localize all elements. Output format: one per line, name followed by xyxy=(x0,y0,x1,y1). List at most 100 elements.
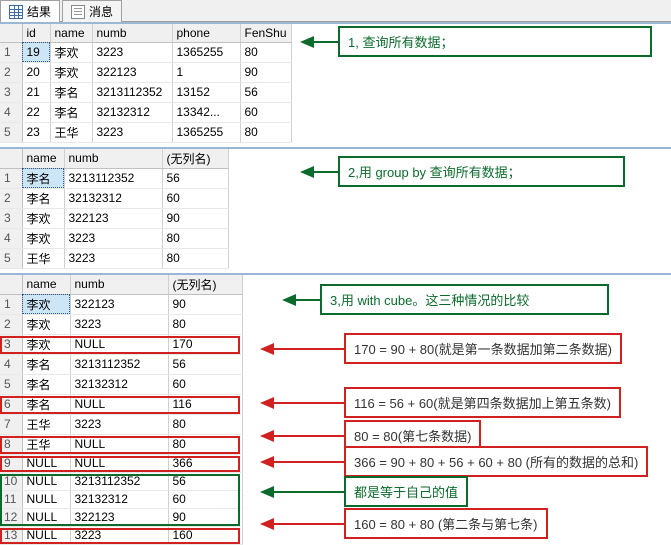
cell[interactable]: 22 xyxy=(22,102,50,122)
cell[interactable]: 李欢 xyxy=(22,294,70,314)
cell[interactable]: 13152 xyxy=(172,82,240,102)
table-row[interactable]: 4李欢322380 xyxy=(0,228,228,248)
cell[interactable]: 60 xyxy=(162,188,228,208)
cell[interactable]: 60 xyxy=(168,490,242,508)
table-row[interactable]: 1李欢32212390 xyxy=(0,294,242,314)
cell[interactable]: 3223 xyxy=(70,414,168,434)
cell[interactable]: 32132312 xyxy=(92,102,172,122)
cell[interactable]: 20 xyxy=(22,62,50,82)
cell[interactable]: 56 xyxy=(162,168,228,188)
table-row[interactable]: 9NULLNULL366 xyxy=(0,454,242,472)
cell[interactable]: 3223 xyxy=(64,228,162,248)
cell[interactable]: 56 xyxy=(168,472,242,490)
table-row[interactable]: 119李欢3223136525580 xyxy=(0,42,291,62)
cell[interactable]: 90 xyxy=(168,508,242,526)
cell[interactable]: 80 xyxy=(168,414,242,434)
cell[interactable]: 李名 xyxy=(22,394,70,414)
cell[interactable]: 32132312 xyxy=(70,374,168,394)
table-row[interactable]: 2李名3213231260 xyxy=(0,188,228,208)
table-row[interactable]: 220李欢322123190 xyxy=(0,62,291,82)
cell[interactable]: 李名 xyxy=(22,354,70,374)
cell[interactable]: 322123 xyxy=(64,208,162,228)
column-header[interactable]: name xyxy=(22,149,64,169)
cell[interactable]: 3223 xyxy=(92,42,172,62)
column-header[interactable]: (无列名) xyxy=(162,149,228,169)
column-header[interactable]: id xyxy=(22,24,50,42)
cell[interactable]: 13342... xyxy=(172,102,240,122)
table-row[interactable]: 6李名NULL116 xyxy=(0,394,242,414)
cell[interactable]: NULL xyxy=(22,454,70,472)
cell[interactable]: 90 xyxy=(162,208,228,228)
cell[interactable]: 王华 xyxy=(22,414,70,434)
column-header[interactable]: name xyxy=(50,24,92,42)
cell[interactable]: 23 xyxy=(22,122,50,142)
cell[interactable]: 80 xyxy=(240,122,291,142)
cell[interactable]: NULL xyxy=(22,508,70,526)
table-row[interactable]: 3李欢NULL170 xyxy=(0,334,242,354)
cell[interactable]: 李名 xyxy=(50,82,92,102)
cell[interactable]: 322123 xyxy=(70,294,168,314)
table-row[interactable]: 8王华NULL80 xyxy=(0,434,242,454)
column-header[interactable]: numb xyxy=(92,24,172,42)
cell[interactable]: NULL xyxy=(22,490,70,508)
cell[interactable]: NULL xyxy=(22,472,70,490)
cell[interactable]: 李欢 xyxy=(22,208,64,228)
cell[interactable]: 1365255 xyxy=(172,122,240,142)
cell[interactable]: 王华 xyxy=(22,434,70,454)
cell[interactable]: 366 xyxy=(168,454,242,472)
cell[interactable]: 李名 xyxy=(22,374,70,394)
cell[interactable]: 1 xyxy=(172,62,240,82)
table-row[interactable]: 422李名3213231213342...60 xyxy=(0,102,291,122)
cell[interactable]: 李欢 xyxy=(50,62,92,82)
cell[interactable]: 3223 xyxy=(92,122,172,142)
column-header[interactable]: FenShu xyxy=(240,24,291,42)
cell[interactable]: NULL xyxy=(70,394,168,414)
cell[interactable]: 李欢 xyxy=(22,228,64,248)
table-row[interactable]: 10NULL321311235256 xyxy=(0,472,242,490)
cell[interactable]: 李欢 xyxy=(22,314,70,334)
results-table-2[interactable]: namenumb(无列名)1李名3213112352562李名321323126… xyxy=(0,149,229,269)
column-header[interactable]: phone xyxy=(172,24,240,42)
cell[interactable]: 李名 xyxy=(50,102,92,122)
cell[interactable]: 19 xyxy=(22,42,50,62)
cell[interactable]: NULL xyxy=(70,434,168,454)
cell[interactable]: 21 xyxy=(22,82,50,102)
column-header[interactable]: numb xyxy=(70,275,168,295)
cell[interactable]: 80 xyxy=(162,248,228,268)
cell[interactable]: 170 xyxy=(168,334,242,354)
column-header[interactable]: (无列名) xyxy=(168,275,242,295)
cell[interactable]: 3213112352 xyxy=(70,472,168,490)
cell[interactable]: 80 xyxy=(168,314,242,334)
cell[interactable]: NULL xyxy=(70,454,168,472)
cell[interactable]: 王华 xyxy=(22,248,64,268)
cell[interactable]: 56 xyxy=(240,82,291,102)
cell[interactable]: 56 xyxy=(168,354,242,374)
table-row[interactable]: 11NULL3213231260 xyxy=(0,490,242,508)
table-row[interactable]: 321李名32131123521315256 xyxy=(0,82,291,102)
results-table-3[interactable]: namenumb(无列名)1李欢322123902李欢3223803李欢NULL… xyxy=(0,275,243,545)
cell[interactable]: 322123 xyxy=(70,508,168,526)
cell[interactable]: 32132312 xyxy=(70,490,168,508)
table-row[interactable]: 523王华3223136525580 xyxy=(0,122,291,142)
cell[interactable]: 60 xyxy=(240,102,291,122)
cell[interactable]: 1365255 xyxy=(172,42,240,62)
cell[interactable]: 322123 xyxy=(92,62,172,82)
column-header[interactable]: name xyxy=(22,275,70,295)
cell[interactable]: 90 xyxy=(168,294,242,314)
cell[interactable]: 王华 xyxy=(50,122,92,142)
cell[interactable]: 3223 xyxy=(70,314,168,334)
table-row[interactable]: 7王华322380 xyxy=(0,414,242,434)
cell[interactable]: NULL xyxy=(22,526,70,544)
cell[interactable]: 3223 xyxy=(64,248,162,268)
cell[interactable]: 32132312 xyxy=(64,188,162,208)
results-table-1[interactable]: idnamenumbphoneFenShu119李欢32231365255802… xyxy=(0,24,292,143)
cell[interactable]: 80 xyxy=(240,42,291,62)
cell[interactable]: 3213112352 xyxy=(70,354,168,374)
table-row[interactable]: 2李欢322380 xyxy=(0,314,242,334)
cell[interactable]: 80 xyxy=(162,228,228,248)
table-row[interactable]: 13NULL3223160 xyxy=(0,526,242,544)
column-header[interactable]: numb xyxy=(64,149,162,169)
tab-messages[interactable]: 消息 xyxy=(62,0,122,22)
table-row[interactable]: 3李欢32212390 xyxy=(0,208,228,228)
cell[interactable]: 3213112352 xyxy=(92,82,172,102)
